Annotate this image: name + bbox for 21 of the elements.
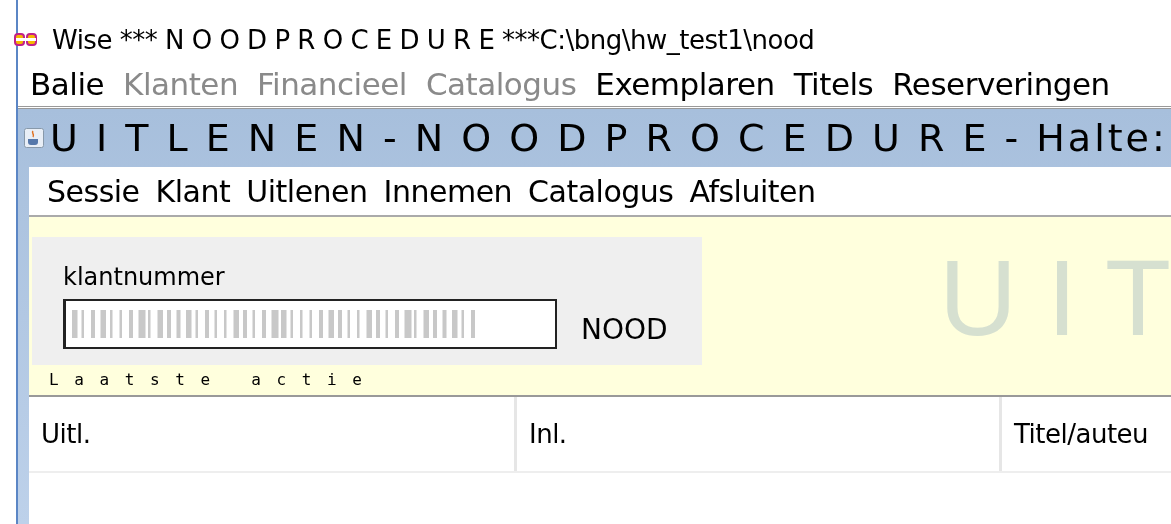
menu-item[interactable]: Balie	[30, 66, 105, 102]
menu-item[interactable]: Innemen	[383, 173, 513, 209]
app-logo-icon	[14, 33, 38, 47]
menu-item[interactable]: Afsluiten	[689, 173, 816, 209]
menu-item[interactable]: Sessie	[47, 173, 140, 209]
inner-window-title: U I T L E N E N - N O O D P R O C E D U R E - Halte:	[50, 116, 1168, 160]
java-cup-icon	[24, 128, 44, 148]
menu-item[interactable]: Titels	[793, 66, 874, 102]
last-action-label: L a a t s t e a c t i e	[29, 365, 1171, 397]
window-title: Wise *** N O O D P R O C E D U R E ***C:\bng\hw_test1\nood	[52, 25, 815, 55]
menu-item[interactable]: Exemplaren	[595, 66, 775, 102]
menu-item[interactable]: Catalogus	[528, 173, 674, 209]
menu-item[interactable]: Reserveringen	[892, 66, 1110, 102]
customer-number-field[interactable]	[63, 299, 557, 349]
column-header[interactable]: Inl.	[517, 397, 1002, 471]
field-label: klantnummer	[63, 263, 226, 291]
menu-item[interactable]: Uitlenen	[246, 173, 368, 209]
menu-item[interactable]: Klant	[155, 173, 231, 209]
column-header[interactable]: Uitl.	[29, 397, 517, 471]
mode-label: NOOD	[581, 312, 668, 346]
column-header[interactable]: Titel/auteu	[1002, 397, 1171, 471]
